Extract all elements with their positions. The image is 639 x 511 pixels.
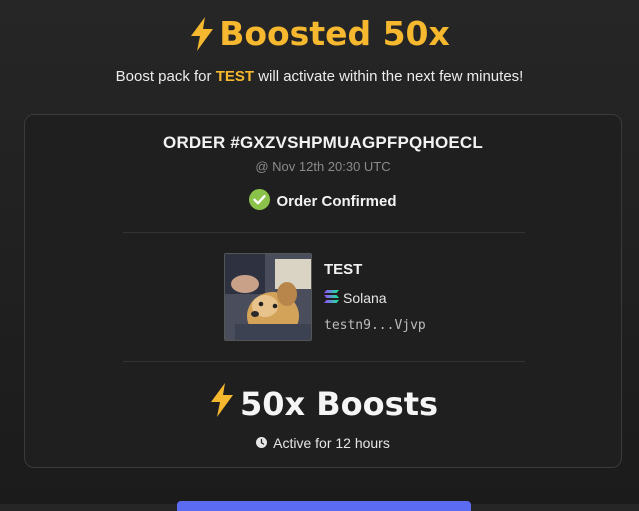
token-image [224,253,312,341]
boost-duration: Active for 12 hours [25,435,621,451]
order-id: ORDER #GXZVSHPMUAGPFPQHOECL [163,133,483,152]
page-title: Boosted 50x [0,14,639,53]
check-circle-icon [249,189,271,214]
action-button[interactable] [177,501,471,511]
order-status: Order Confirmed [25,189,621,214]
order-date: @ Nov 12th 20:30 UTC [255,159,391,174]
order-card: ORDER #GXZVSHPMUAGPFPQHOECL @ Nov 12th 2… [24,114,622,468]
boost-count: 50x Boosts [25,383,621,425]
lightning-icon [189,16,215,51]
token-name: TEST [324,261,363,278]
subtitle: Boost pack for TEST will activate within… [0,68,639,85]
solana-icon [324,290,339,306]
subtitle-suffix: will activate within the next few minute… [254,68,524,85]
token-info: TEST Solana testn9...Vjvp [224,253,484,343]
page-title-text: Boosted 50x [219,14,450,53]
order-status-label: Order Confirmed [276,193,397,210]
clock-icon [256,435,268,451]
boost-duration-label: Active for 12 hours [273,435,390,451]
divider [123,232,525,233]
token-chain-label: Solana [343,290,387,306]
subtitle-prefix: Boost pack for [115,68,216,85]
subtitle-token: TEST [215,68,255,85]
divider [123,361,525,362]
token-chain: Solana [324,290,387,306]
token-address[interactable]: testn9...Vjvp [324,318,426,333]
boost-count-label: 50x Boosts [239,385,439,423]
lightning-icon [208,383,236,425]
